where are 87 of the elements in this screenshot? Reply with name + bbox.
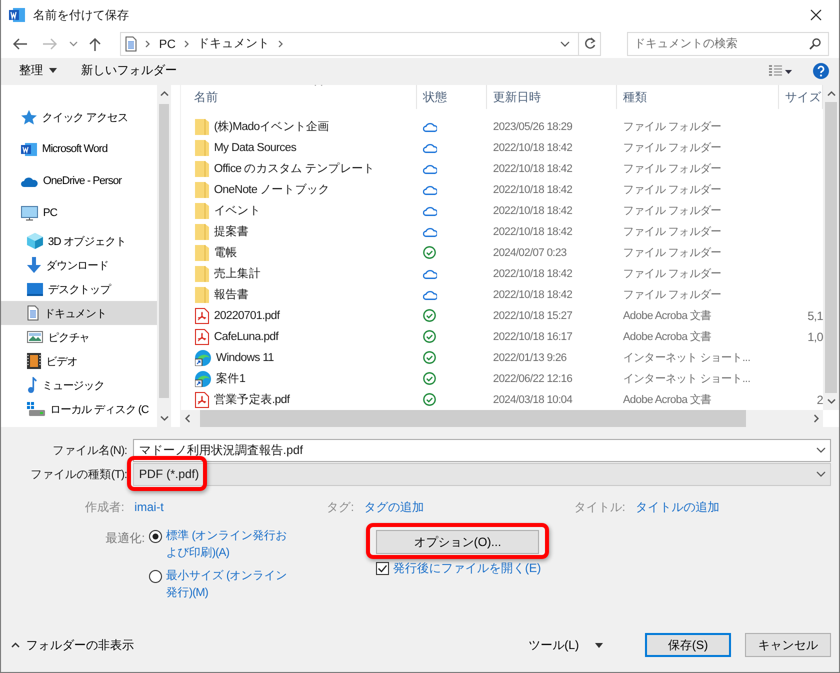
table-cell: 2022/01/13 9:26 bbox=[493, 352, 567, 364]
table-cell: ファイル フォルダー bbox=[623, 289, 722, 301]
column-header[interactable]: 名前 bbox=[181, 85, 417, 109]
table-cell: 2022/10/18 18:42 bbox=[493, 142, 572, 154]
file-name-field[interactable]: マドーノ利用状況調査報告.pdf bbox=[133, 438, 831, 462]
field-label: タイトル: bbox=[574, 498, 626, 516]
file-name[interactable]: イベント bbox=[214, 203, 260, 218]
table-cell: ファイル フォルダー bbox=[623, 247, 722, 259]
file-name[interactable]: Office のカスタム テンプレート bbox=[214, 161, 375, 176]
file-name[interactable]: 売上集計 bbox=[214, 266, 260, 281]
breadcrumb[interactable]: PC bbox=[159, 36, 176, 51]
table-cell: 2 bbox=[816, 392, 823, 406]
file-name[interactable]: 案件1 bbox=[216, 371, 246, 386]
file-name[interactable]: Windows 11 bbox=[216, 352, 274, 364]
file-name[interactable]: 20220701.pdf bbox=[214, 310, 280, 322]
field-label: 最適化: bbox=[104, 530, 146, 547]
metadata-link[interactable]: タグの追加 bbox=[364, 498, 424, 516]
file-name[interactable]: CafeLuna.pdf bbox=[214, 330, 278, 342]
sidebar-item[interactable]: Microsoft Word bbox=[1, 133, 157, 165]
sidebar-item[interactable]: クイック アクセス bbox=[1, 101, 157, 133]
search-field[interactable]: ドキュメントの検索 bbox=[627, 32, 829, 56]
window-title: 名前を付けて保存 bbox=[33, 6, 130, 24]
sidebar-item[interactable]: ピクチャ bbox=[1, 325, 157, 349]
file-name[interactable]: 報告書 bbox=[214, 287, 249, 302]
table-cell: 1,0 bbox=[808, 330, 823, 344]
table-cell: 2022/10/18 15:27 bbox=[493, 310, 572, 322]
table-cell: Adobe Acroba 文書 bbox=[623, 310, 712, 322]
table-cell: 2022/10/18 16:17 bbox=[493, 330, 572, 342]
table-cell: ファイル フォルダー bbox=[623, 226, 722, 238]
cancel-button[interactable]: キャンセル bbox=[745, 633, 831, 657]
sidebar-item[interactable]: デスクトップ bbox=[1, 277, 157, 301]
metadata-link[interactable]: imai-t bbox=[134, 500, 164, 514]
table-cell: 2022/10/18 18:42 bbox=[493, 268, 572, 280]
table-cell: 2022/10/18 18:42 bbox=[493, 162, 572, 174]
sidebar-item[interactable]: 3D オブジェクト bbox=[1, 229, 157, 253]
table-cell: 2023/05/26 18:29 bbox=[493, 120, 572, 132]
radio-option[interactable]: 標準 (オンライン発行および印刷)(A) bbox=[149, 528, 289, 562]
organize-menu[interactable]: 整理 bbox=[19, 62, 57, 80]
table-cell: 2022/10/18 18:42 bbox=[493, 184, 572, 196]
breadcrumb[interactable]: ドキュメント bbox=[198, 35, 270, 52]
field-label: ファイル名(N): bbox=[51, 444, 127, 458]
field-label: タグ: bbox=[326, 498, 354, 516]
file-name[interactable]: My Data Sources bbox=[214, 142, 296, 154]
sidebar-item[interactable]: ダウンロード bbox=[1, 253, 157, 277]
table-cell: 5,1 bbox=[808, 308, 823, 322]
field-label: ファイルの種類(T): bbox=[30, 468, 127, 482]
table-cell: 2022/06/22 12:16 bbox=[493, 372, 572, 384]
radio-option[interactable]: 最小サイズ (オンライン発行)(M) bbox=[149, 568, 289, 602]
sidebar-item[interactable]: ドキュメント bbox=[1, 301, 157, 325]
table-cell: インターネット ショート... bbox=[623, 373, 750, 385]
table-cell: ファイル フォルダー bbox=[623, 268, 722, 280]
table-cell: 2022/10/18 18:42 bbox=[493, 204, 572, 216]
save-button[interactable]: 保存(S) bbox=[645, 633, 731, 657]
options-button[interactable]: オプション(O)... bbox=[376, 530, 539, 554]
table-cell: 2024/02/07 0:23 bbox=[493, 246, 567, 258]
table-cell: ファイル フォルダー bbox=[623, 184, 722, 196]
table-cell: ファイル フォルダー bbox=[623, 163, 722, 175]
sidebar-item[interactable]: ミュージック bbox=[1, 373, 157, 397]
metadata-link[interactable]: タイトルの追加 bbox=[635, 498, 720, 516]
sidebar-item[interactable]: ローカル ディスク (C bbox=[1, 397, 157, 421]
table-cell: Adobe Acroba 文書 bbox=[623, 331, 712, 343]
file-name[interactable]: OneNote ノートブック bbox=[214, 182, 330, 197]
table-cell: ファイル フォルダー bbox=[623, 205, 722, 217]
column-header[interactable]: 更新日時 bbox=[487, 85, 617, 109]
sidebar-item[interactable]: OneDrive - Persor bbox=[1, 165, 157, 197]
column-header[interactable]: 状態 bbox=[417, 85, 487, 109]
table-cell: ファイル フォルダー bbox=[623, 142, 722, 154]
file-name[interactable]: 営業予定表.pdf bbox=[214, 392, 290, 407]
column-header[interactable]: 種類 bbox=[617, 85, 779, 109]
sidebar-item[interactable]: PC bbox=[1, 197, 157, 229]
file-name[interactable]: 電帳 bbox=[214, 245, 238, 260]
table-cell: Adobe Acroba 文書 bbox=[623, 394, 712, 406]
file-type-dropdown[interactable]: PDF (*.pdf) bbox=[133, 462, 831, 486]
table-cell: 2024/03/18 10:04 bbox=[493, 394, 572, 406]
field-label: 作成者: bbox=[85, 498, 124, 516]
hide-folders-button[interactable]: フォルダーの非表示 bbox=[9, 636, 134, 654]
new-folder-button[interactable]: 新しいフォルダー bbox=[81, 62, 177, 80]
checkbox[interactable]: 発行後にファイルを開く(E) bbox=[376, 560, 541, 577]
table-cell: ファイル フォルダー bbox=[623, 121, 722, 133]
table-cell: インターネット ショート... bbox=[623, 352, 750, 364]
tools-menu[interactable]: ツール(L) bbox=[522, 636, 609, 654]
address-bar[interactable]: PC ドキュメント bbox=[120, 32, 601, 56]
file-name[interactable]: (株)Madoイベント企画 bbox=[214, 119, 330, 134]
file-name[interactable]: 提案書 bbox=[214, 224, 249, 239]
sidebar-item[interactable]: ビデオ bbox=[1, 349, 157, 373]
table-cell: 2022/10/18 18:42 bbox=[493, 226, 572, 238]
table-cell: 2022/10/18 18:42 bbox=[493, 288, 572, 300]
